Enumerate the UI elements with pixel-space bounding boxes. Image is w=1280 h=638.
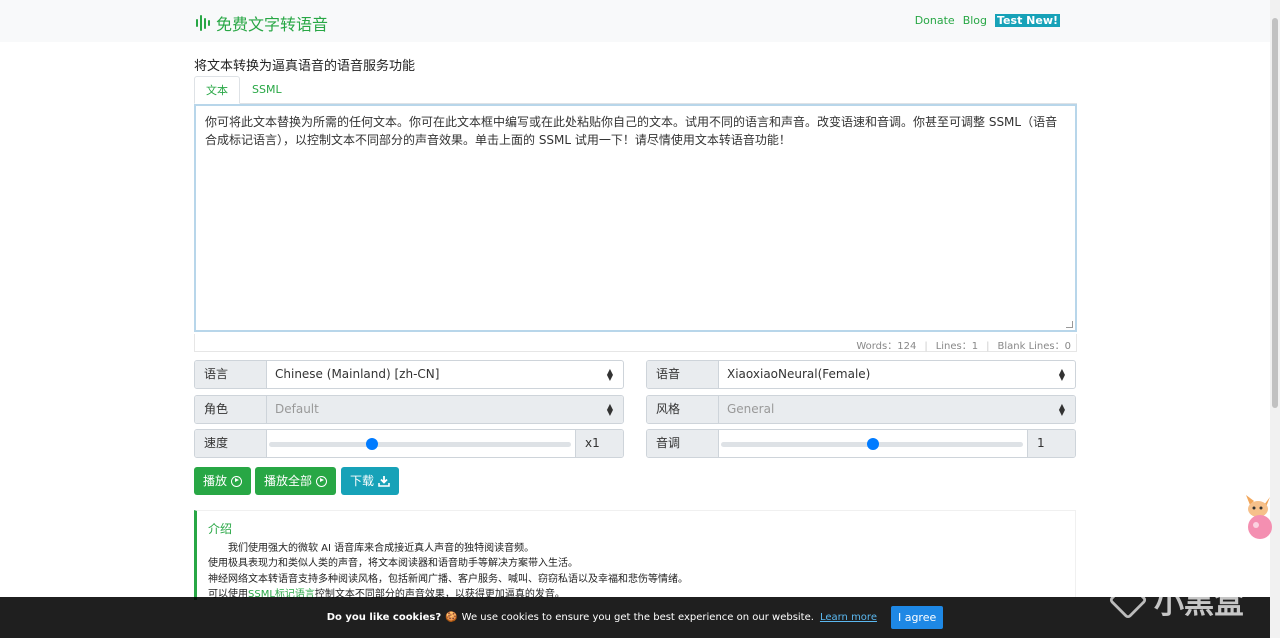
style-value: General [727, 402, 775, 416]
language-select-group: 语言 Chinese (Mainland) [zh-CN] ▲ ▼ [194, 360, 624, 389]
speed-slider-group: 速度 x1 [194, 429, 624, 458]
soundwave-icon [196, 14, 210, 32]
speed-slider[interactable] [267, 430, 575, 457]
pitch-value: 1 [1027, 430, 1075, 457]
play-all-label: 播放全部 [264, 474, 313, 488]
select-arrows-icon: ▲ ▼ [1058, 401, 1065, 417]
editor-text: 你可将此文本替换为所需的任何文本。你可在此文本框中编写或在此处粘贴你自己的文本。… [205, 115, 1058, 147]
intro-line-3: 神经网络文本转语音支持多种阅读风格，包括新闻广播、客户服务、喊叫、窃窃私语以及幸… [208, 573, 688, 585]
intro-line-2: 使用极具表现力和类似人类的声音，将文本阅读器和语音助手等解决方案带入生活。 [208, 558, 578, 569]
speed-slider-handle[interactable] [365, 438, 378, 450]
cookie-banner: Do you like cookies? 🍪 We use cookies to… [0, 597, 1270, 638]
brand-link[interactable]: 免费文字转语音 [196, 11, 328, 35]
play-button[interactable]: 播放 [194, 467, 252, 495]
pitch-slider-handle[interactable] [867, 438, 879, 450]
voice-value: XiaoxiaoNeural(Female) [727, 367, 871, 381]
role-label: 角色 [195, 396, 267, 423]
text-input-area[interactable]: 你可将此文本替换为所需的任何文本。你可在此文本框中编写或在此处粘贴你自己的文本。… [194, 104, 1077, 332]
style-label: 风格 [647, 396, 719, 423]
page-title: 将文本转换为逼真语音的语音服务功能 [194, 59, 416, 74]
blog-link[interactable]: Blog [963, 14, 987, 27]
style-select[interactable]: General ▲ ▼ [719, 396, 1075, 423]
intro-line-1: 我们使用强大的微软 AI 语音库来合成接近真人声音的独特阅读音频。 [228, 542, 535, 554]
language-value: Chinese (Mainland) [zh-CN] [275, 367, 440, 381]
role-value: Default [275, 402, 319, 416]
watermark-text: 小黑盒 [1154, 586, 1244, 621]
scrollbar-thumb[interactable] [1272, 18, 1278, 408]
editor-tabs: 文本 SSML [194, 76, 1077, 104]
brand-title: 免费文字转语音 [216, 15, 329, 34]
donate-link[interactable]: Donate [915, 14, 955, 27]
words-count: Words：124 [856, 341, 917, 352]
test-new-link[interactable]: Test New! [995, 14, 1060, 27]
select-arrows-icon: ▲ ▼ [1058, 366, 1065, 382]
voice-label: 语音 [647, 361, 719, 388]
speed-slider-track [269, 442, 571, 447]
pitch-label: 音调 [647, 430, 719, 457]
download-icon [378, 476, 390, 487]
tab-ssml[interactable]: SSML [241, 76, 293, 104]
download-label: 下载 [350, 474, 375, 488]
cookie-icon: 🍪 [445, 612, 458, 623]
blank-lines-count: Blank Lines：0 [997, 341, 1072, 352]
text-stats: Words：124 | Lines：1 | Blank Lines：0 [194, 334, 1077, 352]
select-arrows-icon: ▲ ▼ [606, 366, 613, 382]
agree-button[interactable]: I agree [890, 606, 944, 629]
watermark: 小黑盒 [1108, 578, 1244, 622]
cookie-question: Do you like cookies? [326, 612, 442, 623]
speed-label: 速度 [195, 430, 267, 457]
voice-select[interactable]: XiaoxiaoNeural(Female) ▲ ▼ [719, 361, 1075, 388]
learn-more-link[interactable]: Learn more [820, 612, 877, 623]
language-select[interactable]: Chinese (Mainland) [zh-CN] ▲ ▼ [267, 361, 623, 388]
page-scrollbar[interactable] [1270, 0, 1280, 638]
style-select-group: 风格 General ▲ ▼ [646, 395, 1076, 424]
play-all-button[interactable]: 播放全部 [255, 467, 337, 495]
cookie-message: We use cookies to ensure you get the bes… [461, 612, 814, 623]
role-select-group: 角色 Default ▲ ▼ [194, 395, 624, 424]
play-label: 播放 [203, 474, 228, 488]
pitch-slider-group: 音调 1 [646, 429, 1076, 458]
speed-value: x1 [575, 430, 623, 457]
play-circle-icon [316, 475, 328, 487]
intro-section: 介绍 我们使用强大的微软 AI 语音库来合成接近真人声音的独特阅读音频。 使用极… [194, 510, 1076, 600]
top-navbar: 免费文字转语音 Donate Blog Test New! [0, 0, 1270, 42]
role-select[interactable]: Default ▲ ▼ [267, 396, 623, 423]
mascot-widget-icon[interactable] [1242, 493, 1272, 541]
voice-select-group: 语音 XiaoxiaoNeural(Female) ▲ ▼ [646, 360, 1076, 389]
pitch-slider[interactable] [719, 430, 1027, 457]
resize-handle[interactable] [1066, 321, 1073, 328]
select-arrows-icon: ▲ ▼ [606, 401, 613, 417]
nav-links: Donate Blog Test New! [915, 14, 1060, 27]
heybox-logo-icon [1108, 580, 1148, 620]
intro-title: 介绍 [208, 522, 233, 536]
download-button[interactable]: 下载 [341, 467, 400, 495]
language-label: 语言 [195, 361, 267, 388]
tab-text[interactable]: 文本 [194, 76, 240, 104]
lines-count: Lines：1 [935, 341, 979, 352]
play-circle-icon [231, 475, 243, 487]
